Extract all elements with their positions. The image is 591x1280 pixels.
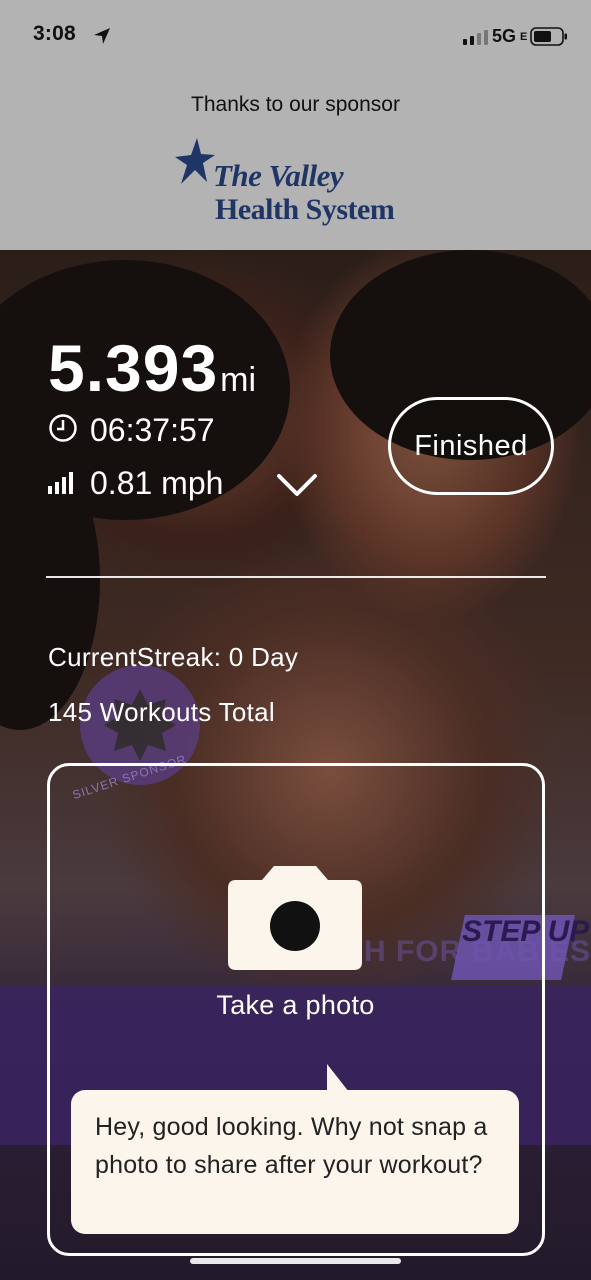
network-suffix: E <box>520 31 528 43</box>
take-photo-label[interactable]: Take a photo <box>0 990 591 1021</box>
logo-line1: The Valley <box>213 158 344 193</box>
divider <box>46 576 546 578</box>
star-logo-icon <box>175 138 215 184</box>
photo-tip-tooltip: Hey, good looking. Why not snap a photo … <box>71 1090 519 1234</box>
cellular-signal-icon <box>463 30 488 45</box>
home-indicator[interactable] <box>190 1258 401 1264</box>
current-streak: CurrentStreak: 0 Day <box>48 642 299 672</box>
status-time: 3:08 <box>33 22 76 45</box>
duration-value: 06:37:57 <box>90 412 215 448</box>
sponsor-logo[interactable]: The Valley Health System <box>173 138 423 233</box>
sponsor-heading: Thanks to our sponsor <box>191 93 400 116</box>
speed-value: 0.81 mph <box>90 465 224 501</box>
distance-display: 5.393mi <box>48 330 256 406</box>
battery-icon <box>530 27 567 46</box>
distance-unit: mi <box>220 361 257 399</box>
workouts-total: 145 Workouts Total <box>48 697 276 727</box>
finished-button[interactable]: Finished <box>388 397 554 495</box>
distance-value: 5.393 <box>48 331 219 405</box>
tooltip-pointer <box>327 1064 349 1092</box>
sponsor-banner: 3:08 5G E Thanks to our sponsor The Vall… <box>0 0 591 250</box>
duration-row: 06:37:57 <box>48 412 215 449</box>
location-arrow-icon <box>94 28 110 44</box>
logo-line2: Health System <box>215 193 395 226</box>
speed-bars-icon <box>48 472 73 494</box>
tooltip-text: Hey, good looking. Why not snap a photo … <box>95 1113 488 1179</box>
camera-icon[interactable] <box>228 866 362 970</box>
network-label: 5G <box>492 26 517 46</box>
chevron-down-icon[interactable] <box>275 471 319 499</box>
status-bar: 3:08 5G E <box>0 0 591 70</box>
speed-row: 0.81 mph <box>48 465 223 502</box>
clock-icon <box>49 414 77 442</box>
